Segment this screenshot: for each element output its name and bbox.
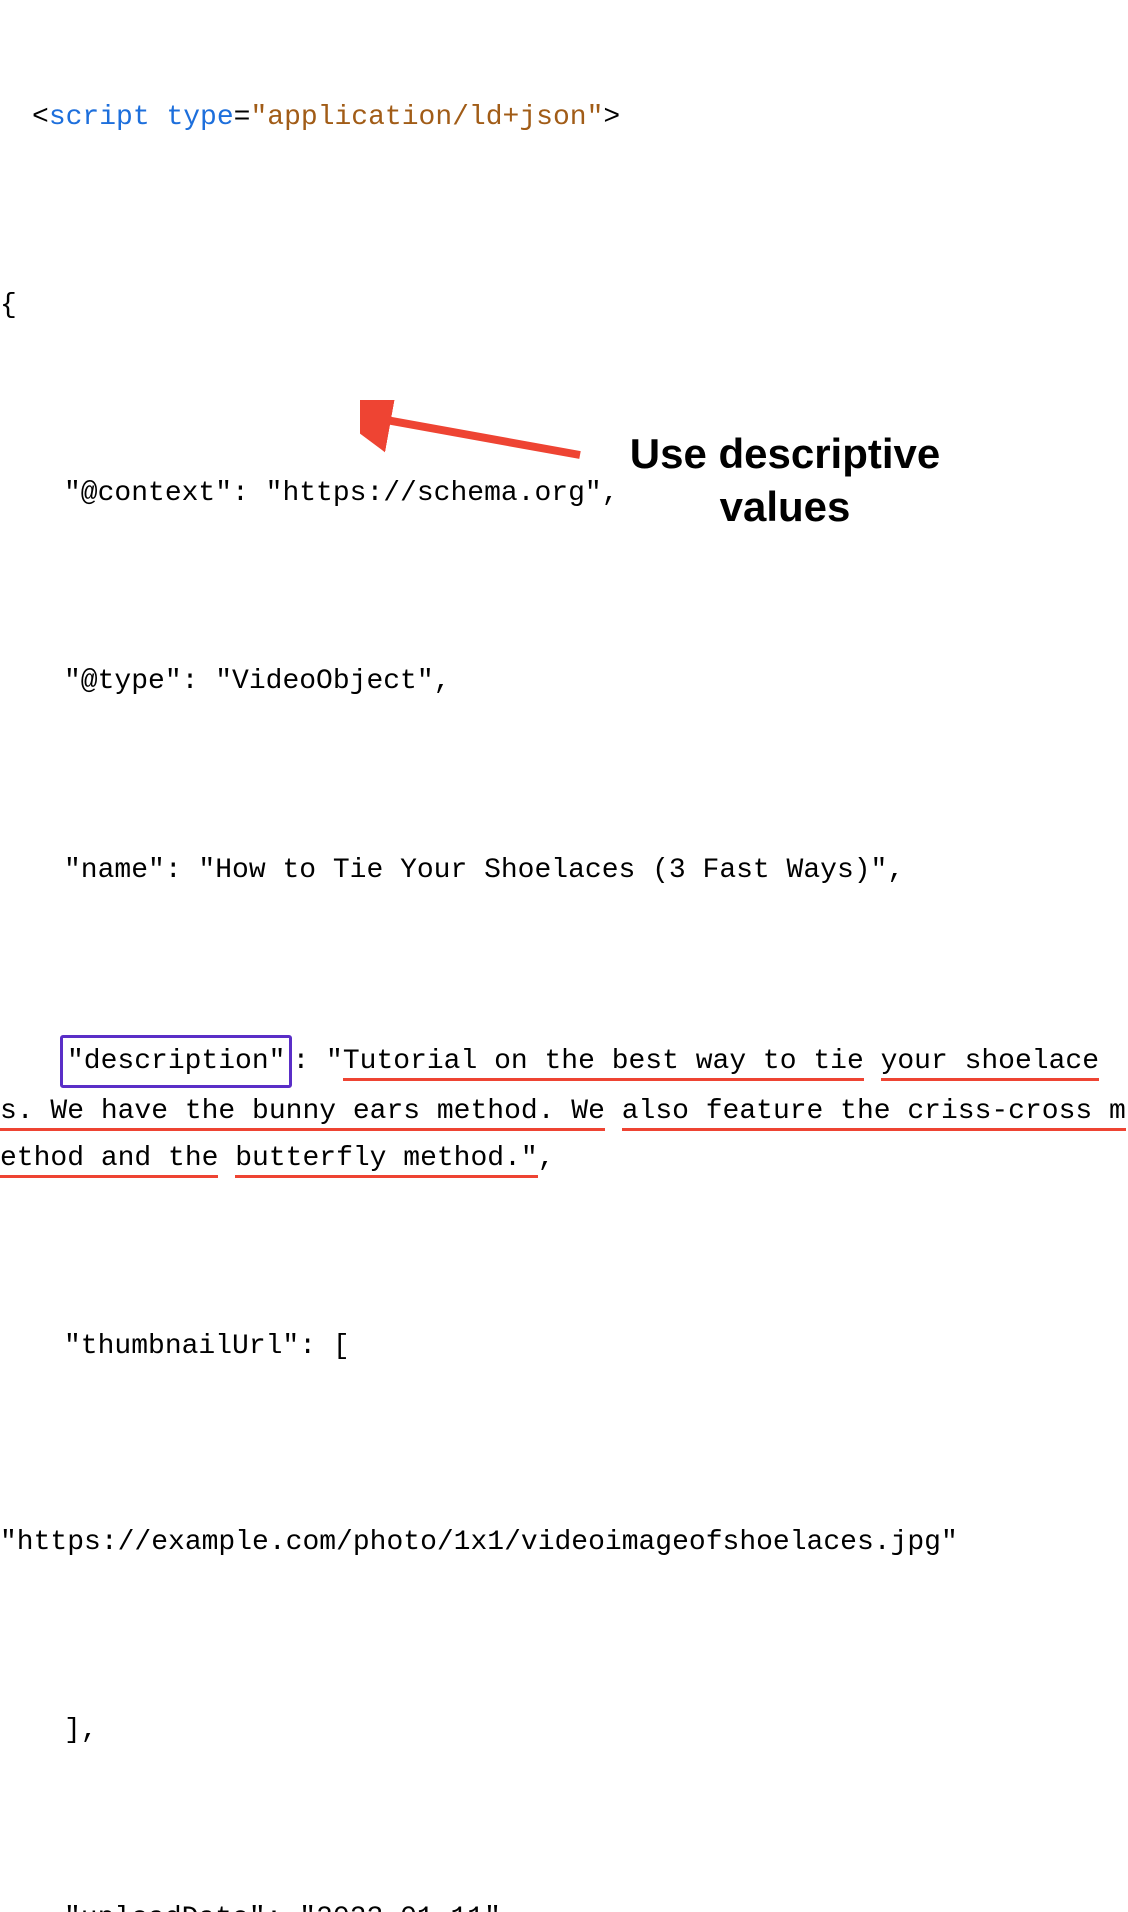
json-key: "uploadDate"	[64, 1903, 266, 1912]
json-key: "@context"	[64, 478, 232, 509]
json-value: : "How to Tie Your Shoelaces (3 Fast Way…	[165, 855, 904, 886]
underlined-text: butterfly method."	[235, 1143, 537, 1178]
json-value: : "VideoObject",	[182, 666, 451, 697]
bracket-open: : [	[299, 1331, 349, 1362]
code-line-uploaddate: "uploadDate": "2023-01-11",	[0, 1895, 1128, 1912]
quote: "	[587, 102, 604, 133]
code-line-name: "name": "How to Tie Your Shoelaces (3 Fa…	[0, 847, 1128, 894]
json-separator: : "	[292, 1046, 342, 1077]
code-line-thumbnail-close: ],	[0, 1707, 1128, 1754]
json-key: "name"	[64, 855, 165, 886]
tag-name: script	[49, 102, 150, 133]
json-comma: ,	[538, 1143, 555, 1174]
angle-bracket: <	[32, 102, 49, 133]
equals: =	[234, 102, 251, 133]
annotation-label: Use descriptive values	[580, 428, 990, 533]
bracket-close: ],	[64, 1715, 98, 1746]
annotation-line1: Use descriptive	[630, 430, 941, 477]
angle-bracket: >	[603, 102, 620, 133]
quote: "	[250, 102, 267, 133]
code-block: <script type="application/ld+json"> { "@…	[0, 0, 1128, 1912]
code-line-thumbnail-url: "https://example.com/photo/1x1/videoimag…	[0, 1519, 1128, 1566]
highlight-box-description-key: "description"	[60, 1035, 292, 1088]
code-line-thumbnail-open: "thumbnailUrl": [	[0, 1323, 1128, 1370]
code-line-brace: {	[0, 282, 1128, 329]
attr-name: type	[166, 102, 233, 133]
attr-value: application/ld+json	[267, 102, 586, 133]
annotation-line2: values	[720, 483, 851, 530]
json-key: "@type"	[64, 666, 182, 697]
json-key-description: "description"	[67, 1046, 285, 1077]
json-value: : "https://schema.org",	[232, 478, 618, 509]
json-url-value: "https://example.com/photo/1x1/videoimag…	[0, 1527, 958, 1558]
code-line-open-tag: <script type="application/ld+json">	[0, 94, 1128, 141]
brace-open: {	[0, 290, 17, 321]
json-key: "thumbnailUrl"	[64, 1331, 299, 1362]
underlined-text: Tutorial on the best way to tie	[343, 1046, 864, 1081]
code-line-description: "description": "Tutorial on the best way…	[0, 1035, 1128, 1182]
json-value: : "2023-01-11",	[266, 1903, 518, 1912]
code-line-type: "@type": "VideoObject",	[0, 658, 1128, 705]
